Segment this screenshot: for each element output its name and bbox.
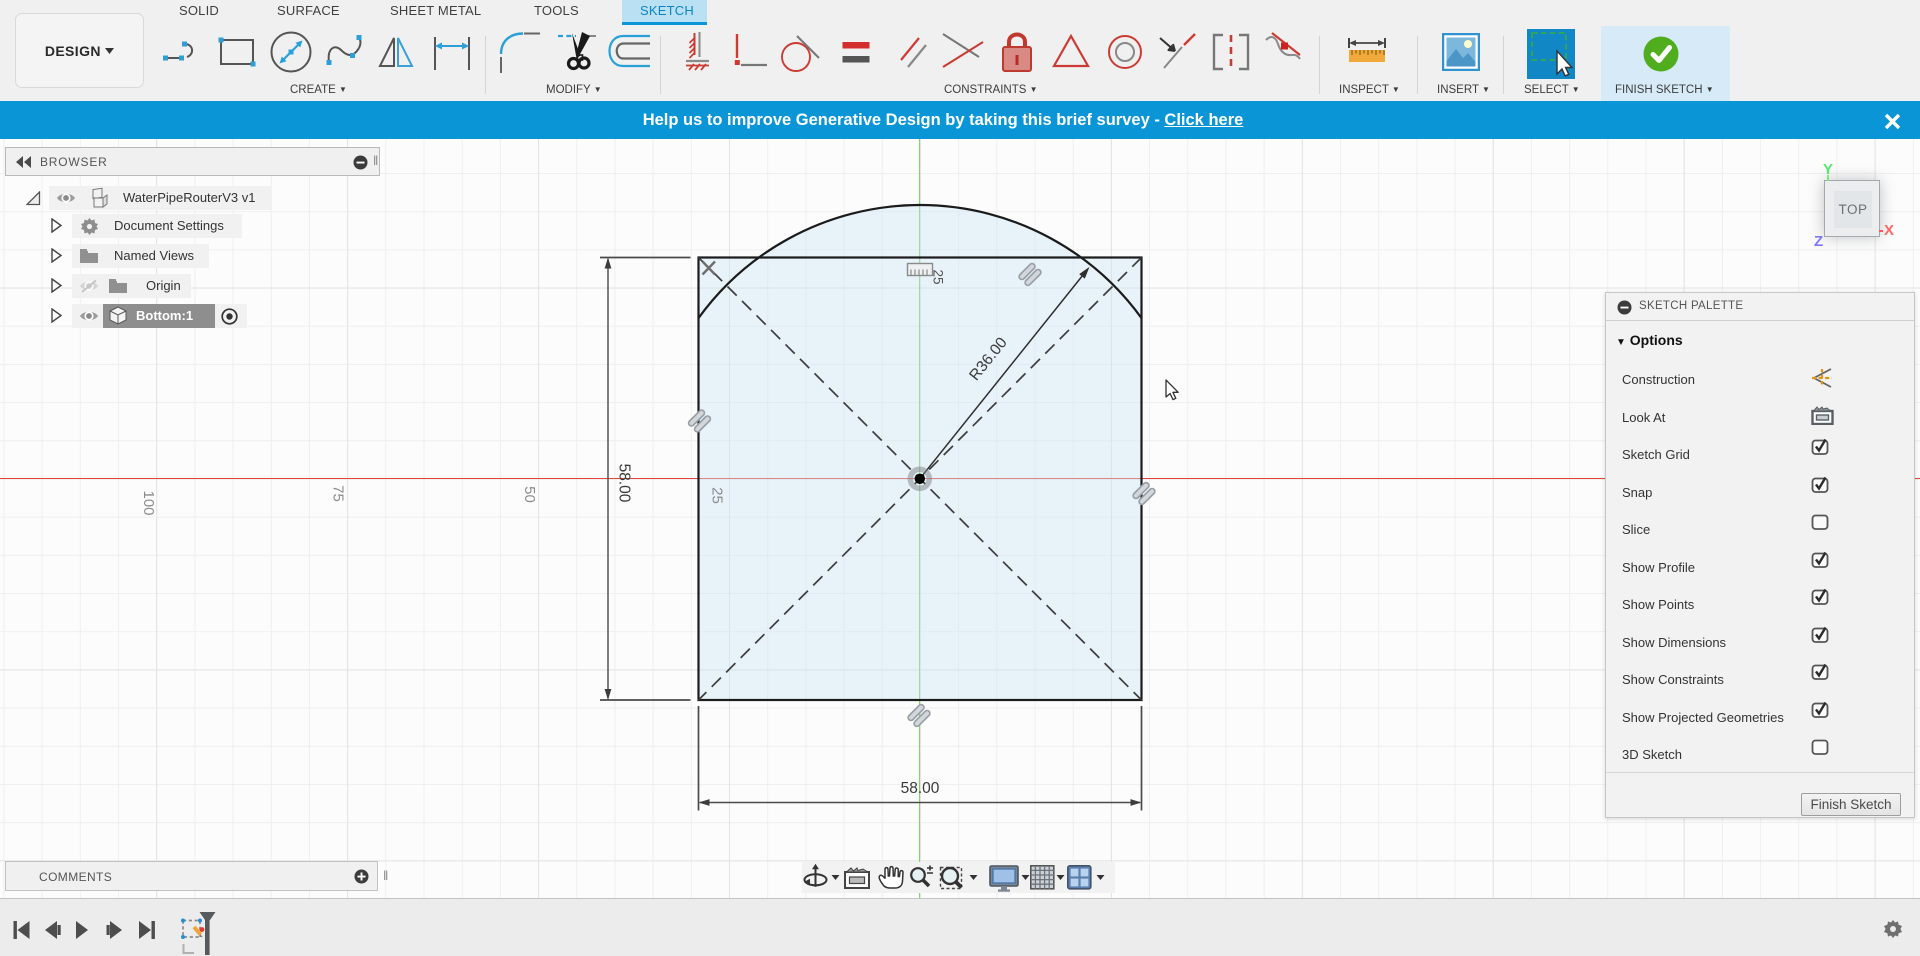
svg-text:25: 25 <box>709 487 726 504</box>
svg-text:25: 25 <box>931 269 946 284</box>
svg-text:58.00: 58.00 <box>616 464 633 503</box>
svg-text:100: 100 <box>140 490 157 515</box>
svg-text:58.00: 58.00 <box>901 780 940 797</box>
svg-text:50: 50 <box>521 486 538 503</box>
svg-text:75: 75 <box>330 485 347 502</box>
